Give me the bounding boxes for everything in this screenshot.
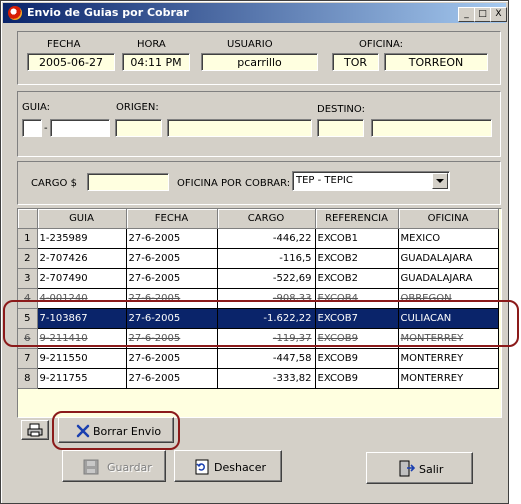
salir-button[interactable]: Salir — [366, 452, 473, 484]
oficina-por-cobrar-label: OFICINA POR COBRAR: — [177, 178, 291, 189]
column-header-cargo[interactable]: CARGO — [217, 209, 316, 229]
window-title: Envio de Guias por Cobrar — [27, 6, 189, 19]
column-header-referencia[interactable]: REFERENCIA — [315, 209, 399, 229]
minimize-button[interactable]: _ — [458, 7, 475, 22]
cargo-field[interactable] — [87, 173, 169, 191]
hora-field[interactable]: 04:11 PM — [122, 53, 190, 71]
hora-label: HORA — [137, 39, 166, 50]
cell-cargo[interactable]: -333,82 — [217, 368, 316, 389]
save-disk-icon — [83, 459, 99, 475]
cell-oficina[interactable]: MONTERREY — [398, 368, 499, 389]
oficina-por-cobrar-select[interactable]: TEP - TEPIC — [292, 171, 450, 191]
cell-oficina[interactable]: MONTERREY — [398, 348, 499, 369]
cell-guia[interactable]: 9-211550 — [37, 348, 127, 369]
borrar-button-highlight — [52, 411, 180, 450]
cell-cargo[interactable]: -522,69 — [217, 268, 316, 289]
guia-separator: - — [44, 123, 48, 134]
cell-referencia[interactable]: EXCOB2 — [315, 268, 399, 289]
selected-row-highlight — [3, 300, 519, 347]
column-header-guia[interactable]: GUIA — [37, 209, 127, 229]
cell-oficina[interactable]: MEXICO — [398, 228, 499, 249]
deshacer-button[interactable]: Deshacer — [174, 450, 282, 482]
table-row[interactable]: 3 2-707490 27-6-2005 -522,69 EXCOB2 GUAD… — [18, 268, 499, 289]
row-number: 1 — [18, 228, 38, 249]
maximize-button[interactable]: □ — [474, 7, 491, 22]
salir-label: Salir — [419, 463, 444, 476]
cell-fecha[interactable]: 27-6-2005 — [126, 268, 218, 289]
row-number: 2 — [18, 248, 38, 269]
cargo-label: CARGO $ — [31, 178, 77, 189]
table-row[interactable]: 7 9-211550 27-6-2005 -447,58 EXCOB9 MONT… — [18, 348, 499, 369]
column-header-fecha[interactable]: FECHA — [126, 209, 218, 229]
undo-icon — [195, 459, 209, 475]
app-icon — [8, 6, 22, 20]
origen-name-field[interactable] — [167, 119, 312, 137]
cell-referencia[interactable]: EXCOB9 — [315, 348, 399, 369]
row-number: 8 — [18, 368, 38, 389]
cell-oficina[interactable]: GUADALAJARA — [398, 268, 499, 289]
row-number: 3 — [18, 268, 38, 289]
oficina-por-cobrar-value: TEP - TEPIC — [296, 175, 353, 186]
cell-fecha[interactable]: 27-6-2005 — [126, 248, 218, 269]
guia-number-field[interactable] — [50, 119, 110, 137]
cell-fecha[interactable]: 27-6-2005 — [126, 348, 218, 369]
cell-cargo[interactable]: -446,22 — [217, 228, 316, 249]
cell-referencia[interactable]: EXCOB2 — [315, 248, 399, 269]
oficina-name-field[interactable]: TORREON — [384, 53, 488, 71]
guardar-button[interactable]: Guardar — [62, 450, 166, 482]
cell-guia[interactable]: 9-211755 — [37, 368, 127, 389]
title-bar: Envio de Guias por Cobrar _ □ X — [3, 3, 507, 23]
origen-code-field[interactable] — [115, 119, 162, 137]
fecha-field[interactable]: 2005-06-27 — [27, 53, 115, 71]
usuario-label: USUARIO — [227, 39, 273, 50]
destino-code-field[interactable] — [317, 119, 364, 137]
row-number: 7 — [18, 348, 38, 369]
cell-cargo[interactable]: -447,58 — [217, 348, 316, 369]
table-header-row: GUIA FECHA CARGO REFERENCIA OFICINA — [18, 209, 499, 229]
usuario-field[interactable]: pcarrillo — [201, 53, 318, 71]
close-button[interactable]: X — [490, 7, 507, 22]
cell-fecha[interactable]: 27-6-2005 — [126, 368, 218, 389]
cell-guia[interactable]: 2-707490 — [37, 268, 127, 289]
printer-icon — [27, 423, 43, 437]
cell-fecha[interactable]: 27-6-2005 — [126, 228, 218, 249]
exit-door-icon — [399, 460, 416, 477]
cell-referencia[interactable]: EXCOB1 — [315, 228, 399, 249]
guia-prefix-field[interactable] — [22, 119, 42, 137]
fecha-label: FECHA — [47, 39, 81, 50]
cell-oficina[interactable]: GUADALAJARA — [398, 248, 499, 269]
destino-name-field[interactable] — [371, 119, 492, 137]
row-number-header — [18, 209, 38, 229]
oficina-code-field[interactable]: TOR — [332, 53, 379, 71]
destino-label: DESTINO: — [317, 104, 365, 115]
table-row[interactable]: 1 1-235989 27-6-2005 -446,22 EXCOB1 MEXI… — [18, 228, 499, 249]
deshacer-label: Deshacer — [214, 461, 267, 474]
cell-cargo[interactable]: -116,5 — [217, 248, 316, 269]
cell-guia[interactable]: 1-235989 — [37, 228, 127, 249]
origen-label: ORIGEN: — [116, 102, 159, 113]
table-row[interactable]: 8 9-211755 27-6-2005 -333,82 EXCOB9 MONT… — [18, 368, 499, 389]
guardar-label: Guardar — [107, 461, 152, 474]
guia-label: GUIA: — [22, 102, 51, 113]
column-header-oficina[interactable]: OFICINA — [398, 209, 499, 229]
cell-referencia[interactable]: EXCOB9 — [315, 368, 399, 389]
chevron-down-icon[interactable] — [432, 173, 448, 189]
cell-guia[interactable]: 2-707426 — [37, 248, 127, 269]
oficina-label: OFICINA: — [359, 39, 404, 50]
table-row[interactable]: 2 2-707426 27-6-2005 -116,5 EXCOB2 GUADA… — [18, 248, 499, 269]
print-button[interactable] — [21, 420, 49, 440]
